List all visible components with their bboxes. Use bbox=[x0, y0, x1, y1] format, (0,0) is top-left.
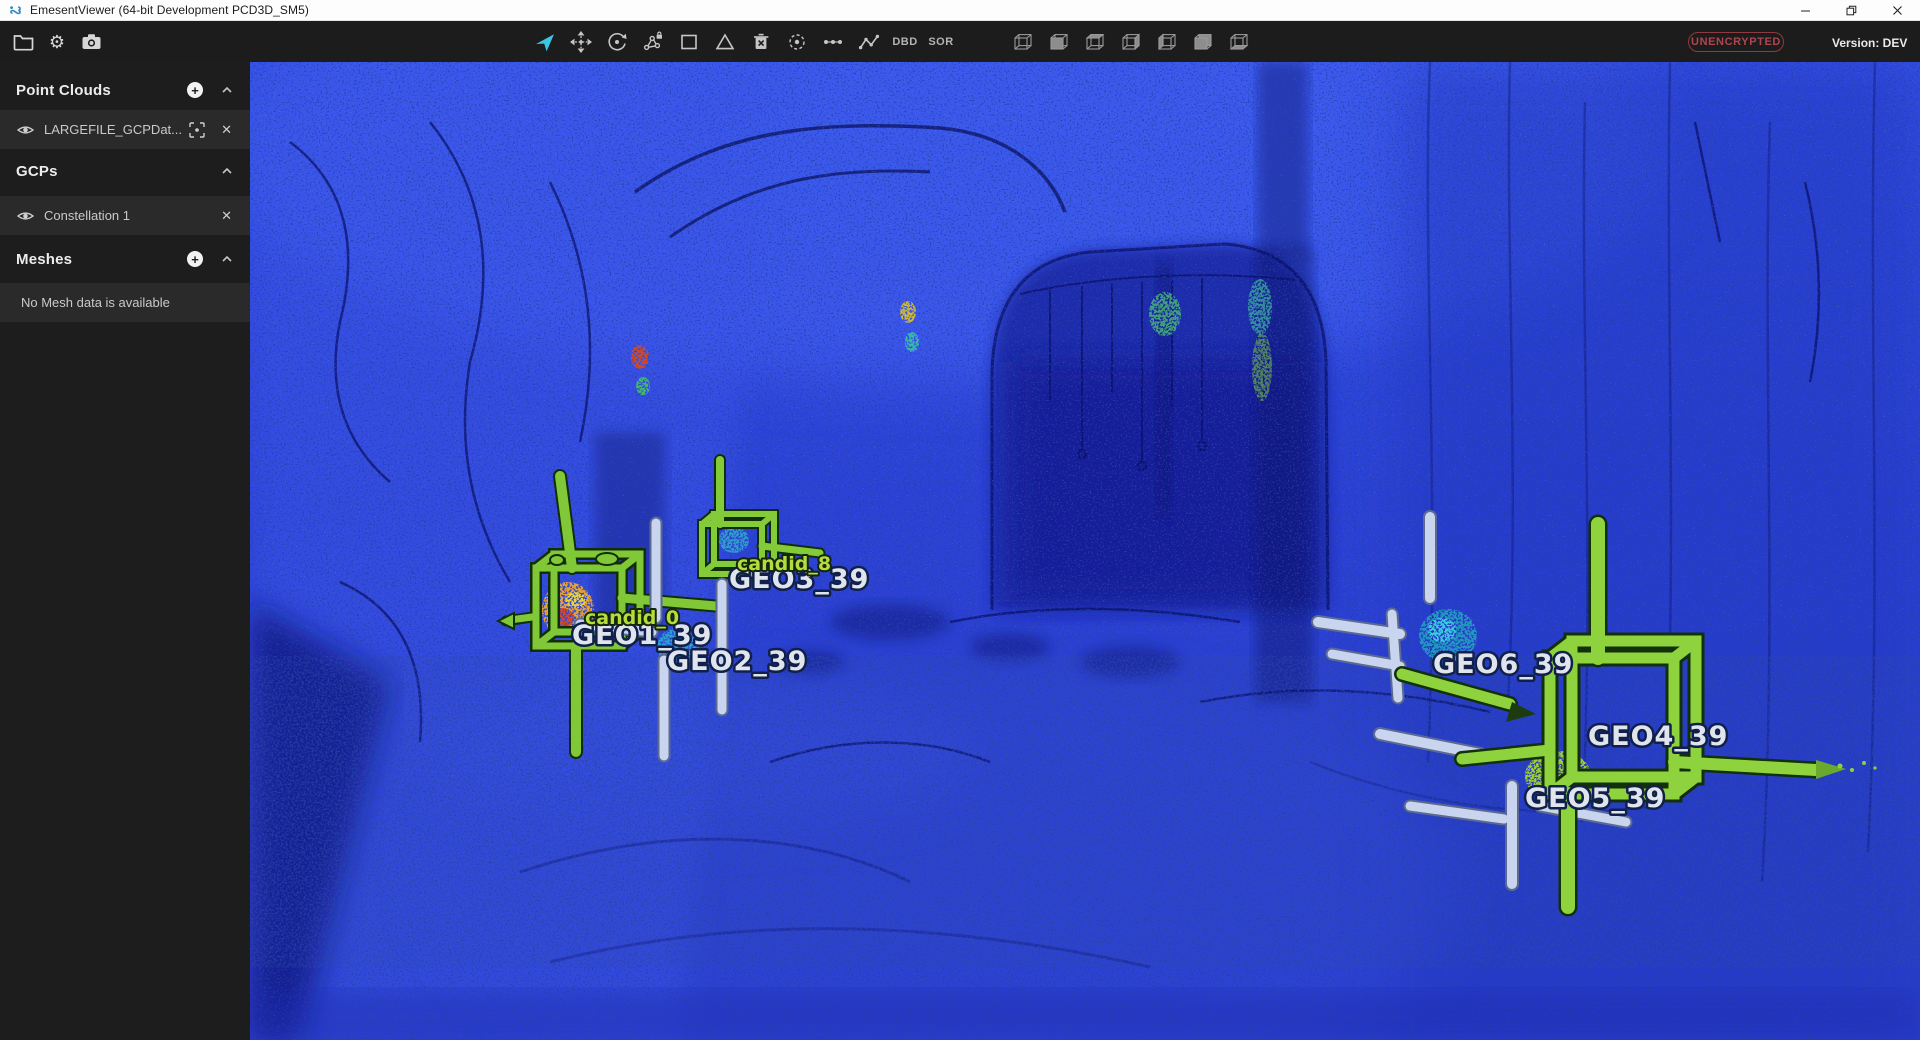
polyline-measure-icon[interactable] bbox=[851, 21, 887, 62]
candidate-label-candid0: candid_0 bbox=[585, 607, 679, 629]
section-header-gcps[interactable]: GCPs bbox=[0, 152, 250, 190]
app-window: EmesentViewer (64-bit Development PCD3D_… bbox=[0, 0, 1920, 1040]
eye-icon[interactable] bbox=[17, 124, 34, 136]
section-header-meshes[interactable]: Meshes + bbox=[0, 240, 250, 278]
point-cloud-name: LARGEFILE_GCPDat... bbox=[44, 122, 182, 137]
title-bar: EmesentViewer (64-bit Development PCD3D_… bbox=[0, 0, 1920, 21]
point-noise-light bbox=[250, 62, 1920, 582]
view-cube-top-icon[interactable] bbox=[1077, 21, 1113, 62]
mesh-empty-row: No Mesh data is available bbox=[0, 283, 250, 322]
view-cube-left-icon[interactable] bbox=[1149, 21, 1185, 62]
gcp-registration-lock-icon[interactable] bbox=[635, 21, 671, 62]
view-cube-bottom-icon[interactable] bbox=[1221, 21, 1257, 62]
edit-tool-group: DBD SOR bbox=[527, 21, 959, 62]
emesent-logo-icon bbox=[8, 3, 22, 17]
candidate-label-candid8: candid_8 bbox=[737, 553, 831, 575]
point-cloud-list-item[interactable]: LARGEFILE_GCPDat... ✕ bbox=[0, 110, 250, 149]
minimize-button[interactable] bbox=[1782, 0, 1828, 21]
mesh-empty-message: No Mesh data is available bbox=[21, 295, 170, 310]
section-title: Meshes bbox=[16, 251, 72, 268]
file-tool-group: ⚙ bbox=[6, 21, 108, 62]
gcp-constellation-item[interactable]: Constellation 1 ✕ bbox=[0, 196, 250, 235]
view-cube-wire-icon[interactable] bbox=[1005, 21, 1041, 62]
chevron-up-icon[interactable] bbox=[221, 255, 233, 263]
close-button[interactable] bbox=[1874, 0, 1920, 21]
close-icon[interactable]: ✕ bbox=[221, 208, 232, 224]
window-controls bbox=[1782, 0, 1920, 21]
pan-move-icon[interactable] bbox=[563, 21, 599, 62]
layers-sidebar: Point Clouds + LARGEFILE_GCPDat... bbox=[0, 62, 250, 1040]
select-box-icon[interactable] bbox=[671, 21, 707, 62]
unencrypted-badge: UNENCRYPTED bbox=[1688, 32, 1784, 52]
main-toolbar: ⚙ bbox=[0, 21, 1920, 62]
chevron-up-icon[interactable] bbox=[221, 86, 233, 94]
viewport-canvas[interactable]: GEO1_39 candid_0 GEO2_39 GEO3_39 candid_… bbox=[250, 62, 1920, 1040]
open-folder-icon[interactable] bbox=[6, 21, 40, 62]
chevron-up-icon[interactable] bbox=[221, 167, 233, 175]
dbd-filter-button[interactable]: DBD bbox=[887, 21, 923, 62]
section-title: GCPs bbox=[16, 163, 58, 180]
segment-dots-icon[interactable] bbox=[815, 21, 851, 62]
sor-label: SOR bbox=[928, 36, 953, 48]
eye-icon[interactable] bbox=[17, 210, 34, 222]
restore-button[interactable] bbox=[1828, 0, 1874, 21]
view-cube-right-icon[interactable] bbox=[1113, 21, 1149, 62]
view-cube-front-icon[interactable] bbox=[1041, 21, 1077, 62]
pick-point-icon[interactable] bbox=[779, 21, 815, 62]
gcp-label-geo4: GEO4_39 bbox=[1588, 721, 1728, 752]
add-point-cloud-button[interactable]: + bbox=[187, 82, 203, 98]
point-cloud-scene: GEO1_39 candid_0 GEO2_39 GEO3_39 candid_… bbox=[250, 62, 1920, 1040]
settings-gear-icon[interactable]: ⚙ bbox=[40, 21, 74, 62]
add-mesh-button[interactable]: + bbox=[187, 251, 203, 267]
select-triangle-icon[interactable] bbox=[707, 21, 743, 62]
close-icon[interactable]: ✕ bbox=[221, 122, 232, 138]
version-label: Version: DEV bbox=[1832, 36, 1907, 50]
constellation-name: Constellation 1 bbox=[44, 208, 130, 223]
window-title: EmesentViewer (64-bit Development PCD3D_… bbox=[30, 3, 309, 17]
orbit-rotate-icon[interactable] bbox=[599, 21, 635, 62]
view-cube-solid-icon[interactable] bbox=[1185, 21, 1221, 62]
focus-extent-icon[interactable] bbox=[189, 122, 205, 138]
section-title: Point Clouds bbox=[16, 82, 111, 99]
screenshot-camera-icon[interactable] bbox=[74, 21, 108, 62]
view-cube-group bbox=[1005, 21, 1257, 62]
section-header-point-clouds[interactable]: Point Clouds + bbox=[0, 71, 250, 109]
dbd-label: DBD bbox=[892, 36, 917, 48]
sor-filter-button[interactable]: SOR bbox=[923, 21, 959, 62]
gcp-label-geo6: GEO6_39 bbox=[1433, 649, 1573, 680]
gcp-label-geo2: GEO2_39 bbox=[667, 646, 807, 677]
navigate-cursor-icon[interactable] bbox=[527, 21, 563, 62]
gcp-label-geo5: GEO5_39 bbox=[1525, 783, 1665, 814]
delete-selection-icon[interactable] bbox=[743, 21, 779, 62]
